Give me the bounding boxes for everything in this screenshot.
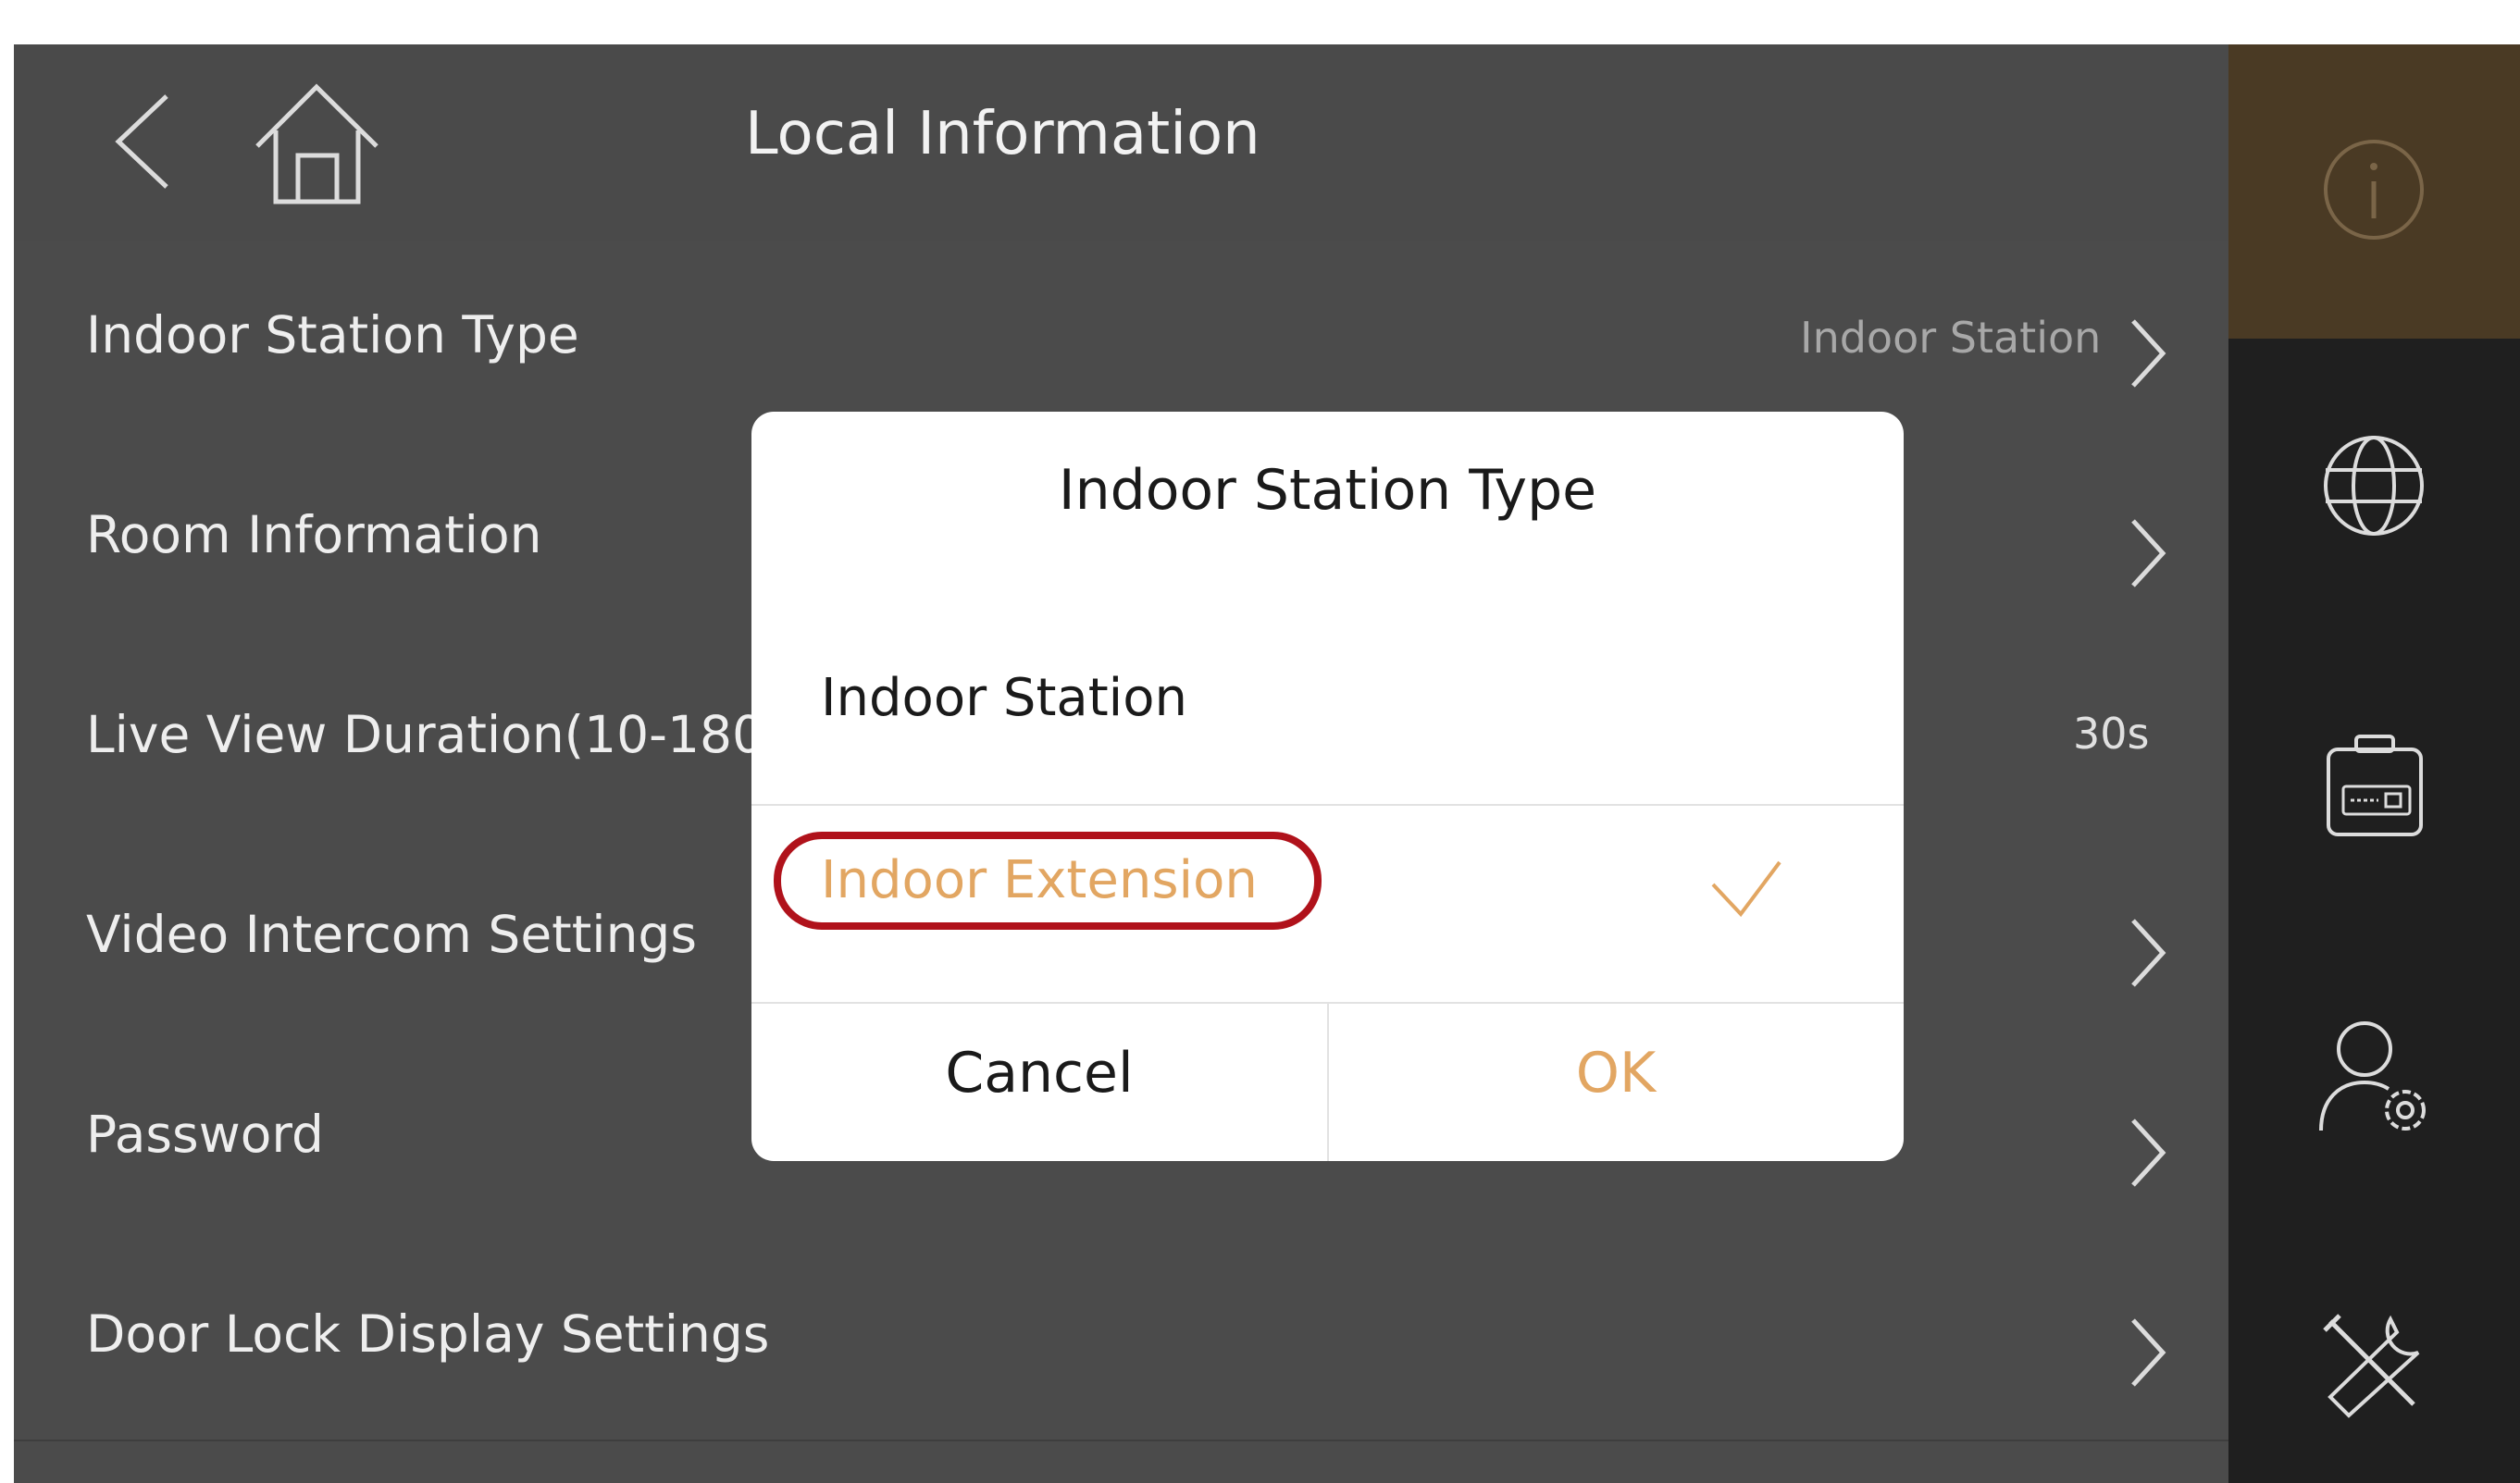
dialog-title: Indoor Station Type bbox=[1058, 458, 1597, 523]
sidebar-item-tools[interactable] bbox=[2228, 1312, 2520, 1483]
main-panel: Local Information Indoor Station Type In… bbox=[14, 44, 2228, 1483]
sidebar-item-network[interactable] bbox=[2228, 433, 2520, 633]
sidebar bbox=[2228, 44, 2520, 1483]
sidebar-item-user-settings[interactable] bbox=[2228, 1018, 2520, 1217]
sidebar-item-info[interactable] bbox=[2228, 44, 2520, 339]
globe-icon bbox=[2324, 436, 2424, 536]
dialog-button-row: Cancel OK bbox=[751, 1004, 1904, 1161]
info-icon bbox=[2324, 140, 2424, 240]
option-indoor-station[interactable]: Indoor Station bbox=[751, 608, 1904, 806]
option-indoor-extension[interactable]: Indoor Extension bbox=[751, 806, 1904, 1004]
tools-icon bbox=[2323, 1314, 2420, 1418]
checkmark-icon bbox=[1711, 860, 1781, 918]
device-icon bbox=[2327, 735, 2423, 836]
option-label: Indoor Extension bbox=[821, 850, 1258, 910]
device-screen: Local Information Indoor Station Type In… bbox=[14, 44, 2520, 1483]
indoor-station-type-dialog: Indoor Station Type Indoor Station Indoo… bbox=[751, 412, 1904, 1161]
ok-button[interactable]: OK bbox=[1328, 1004, 1904, 1161]
option-label: Indoor Station bbox=[821, 668, 1187, 728]
cancel-button[interactable]: Cancel bbox=[751, 1004, 1329, 1161]
user-settings-icon bbox=[2319, 1021, 2426, 1131]
sidebar-item-device[interactable] bbox=[2228, 731, 2520, 931]
